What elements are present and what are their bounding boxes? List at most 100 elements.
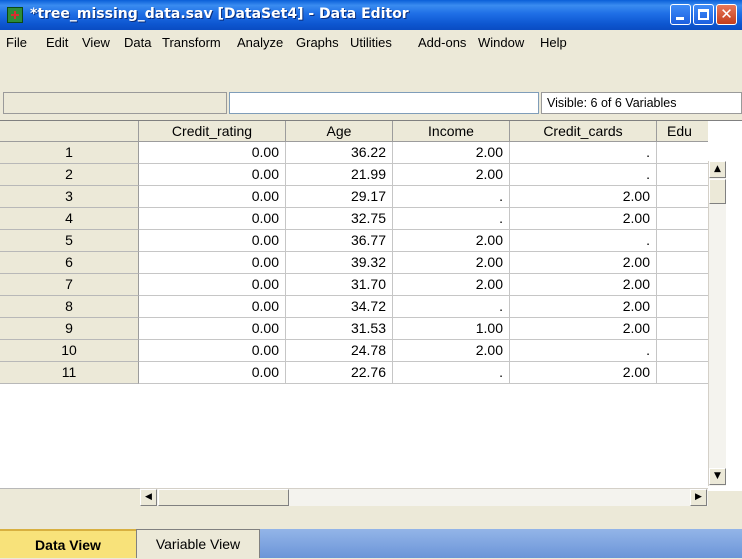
table-cell[interactable]: . (510, 230, 657, 252)
table-cell[interactable]: . (510, 164, 657, 186)
table-cell[interactable]: 31.53 (286, 318, 393, 340)
row-header[interactable]: 4 (0, 208, 139, 230)
table-cell[interactable]: 2.00 (510, 186, 657, 208)
scroll-left-button[interactable]: ◀ (140, 489, 157, 506)
menu-file[interactable]: File (6, 35, 27, 50)
table-cell[interactable]: 21.99 (286, 164, 393, 186)
table-cell[interactable]: 2.00 (393, 252, 510, 274)
menu-analyze[interactable]: Analyze (237, 35, 283, 50)
row-header[interactable]: 10 (0, 340, 139, 362)
tab-data-view[interactable]: Data View (0, 529, 136, 558)
menu-window[interactable]: Window (478, 35, 524, 50)
table-cell[interactable]: . (393, 296, 510, 318)
table-cell[interactable]: 0.00 (139, 208, 286, 230)
table-cell[interactable]: 32.75 (286, 208, 393, 230)
cell-name-box[interactable] (3, 92, 227, 114)
table-cell[interactable]: 2.00 (510, 274, 657, 296)
menu-data[interactable]: Data (124, 35, 151, 50)
table-cell[interactable]: 2.00 (393, 230, 510, 252)
table-cell[interactable]: 0.00 (139, 230, 286, 252)
arrow-down-icon: ▼ (714, 471, 721, 481)
row-header[interactable]: 11 (0, 362, 139, 384)
table-cell[interactable]: 2.00 (393, 142, 510, 164)
table-cell[interactable] (657, 318, 708, 340)
table-cell[interactable] (657, 340, 708, 362)
menu-view[interactable]: View (82, 35, 110, 50)
row-header[interactable]: 6 (0, 252, 139, 274)
table-cell[interactable] (657, 362, 708, 384)
table-cell[interactable]: 22.76 (286, 362, 393, 384)
table-cell[interactable]: . (393, 208, 510, 230)
table-cell[interactable]: 0.00 (139, 164, 286, 186)
table-cell[interactable]: 0.00 (139, 252, 286, 274)
table-cell[interactable] (657, 230, 708, 252)
table-cell[interactable]: . (393, 186, 510, 208)
scroll-down-button[interactable]: ▼ (709, 468, 726, 485)
table-cell[interactable]: 39.32 (286, 252, 393, 274)
title-bar[interactable]: *tree_missing_data.sav [DataSet4] - Data… (0, 0, 742, 30)
menu-graphs[interactable]: Graphs (296, 35, 339, 50)
column-header[interactable]: Edu (657, 121, 708, 142)
table-cell[interactable]: 2.00 (510, 296, 657, 318)
row-header[interactable]: 2 (0, 164, 139, 186)
row-header[interactable]: 8 (0, 296, 139, 318)
table-cell[interactable] (657, 208, 708, 230)
table-cell[interactable]: 0.00 (139, 296, 286, 318)
table-cell[interactable]: . (393, 362, 510, 384)
table-cell[interactable]: 0.00 (139, 340, 286, 362)
table-cell[interactable]: 29.17 (286, 186, 393, 208)
table-cell[interactable] (657, 274, 708, 296)
menu-transform[interactable]: Transform (162, 35, 221, 50)
table-cell[interactable] (657, 164, 708, 186)
tab-variable-view[interactable]: Variable View (136, 529, 260, 558)
table-cell[interactable]: 24.78 (286, 340, 393, 362)
horizontal-scroll-thumb[interactable] (158, 489, 289, 506)
table-cell[interactable]: 2.00 (393, 340, 510, 362)
row-header[interactable]: 9 (0, 318, 139, 340)
row-header[interactable]: 5 (0, 230, 139, 252)
table-cell[interactable] (657, 296, 708, 318)
table-cell[interactable]: 2.00 (510, 362, 657, 384)
menu-help[interactable]: Help (540, 35, 567, 50)
table-cell[interactable] (657, 142, 708, 164)
minimize-button[interactable] (670, 4, 691, 25)
table-cell[interactable]: 34.72 (286, 296, 393, 318)
table-cell[interactable]: 2.00 (510, 318, 657, 340)
menu-utilities[interactable]: Utilities (350, 35, 392, 50)
column-header[interactable]: Credit_rating (139, 121, 286, 142)
menu-edit[interactable]: Edit (46, 35, 68, 50)
maximize-button[interactable] (693, 4, 714, 25)
row-header[interactable]: 7 (0, 274, 139, 296)
scroll-up-button[interactable]: ▲ (709, 161, 726, 178)
table-cell[interactable]: 36.22 (286, 142, 393, 164)
table-cell[interactable]: 0.00 (139, 274, 286, 296)
table-cell[interactable]: 0.00 (139, 318, 286, 340)
table-cell[interactable]: . (510, 142, 657, 164)
vertical-scrollbar[interactable]: ▲ ▼ (708, 161, 726, 486)
table-cell[interactable] (657, 252, 708, 274)
table-cell[interactable]: 0.00 (139, 142, 286, 164)
menu-add-ons[interactable]: Add-ons (418, 35, 466, 50)
row-header[interactable]: 3 (0, 186, 139, 208)
scroll-right-button[interactable]: ▶ (690, 489, 707, 506)
column-header[interactable]: Age (286, 121, 393, 142)
horizontal-scrollbar[interactable]: ◀ ▶ (140, 488, 708, 506)
table-cell[interactable]: 0.00 (139, 186, 286, 208)
table-cell[interactable] (657, 186, 708, 208)
column-header[interactable]: Credit_cards (510, 121, 657, 142)
table-cell[interactable]: 0.00 (139, 362, 286, 384)
table-cell[interactable]: 31.70 (286, 274, 393, 296)
table-cell[interactable]: 36.77 (286, 230, 393, 252)
column-header[interactable]: Income (393, 121, 510, 142)
vertical-scroll-thumb[interactable] (709, 179, 726, 204)
row-header[interactable]: 1 (0, 142, 139, 164)
table-cell[interactable]: 2.00 (510, 252, 657, 274)
table-cell[interactable]: 2.00 (393, 274, 510, 296)
table-cell[interactable]: . (510, 340, 657, 362)
table-cell[interactable]: 2.00 (393, 164, 510, 186)
table-cell[interactable]: 1.00 (393, 318, 510, 340)
close-button[interactable]: ✕ (716, 4, 737, 25)
cell-value-input[interactable] (229, 92, 539, 114)
grid-corner-header[interactable] (0, 121, 139, 142)
table-cell[interactable]: 2.00 (510, 208, 657, 230)
